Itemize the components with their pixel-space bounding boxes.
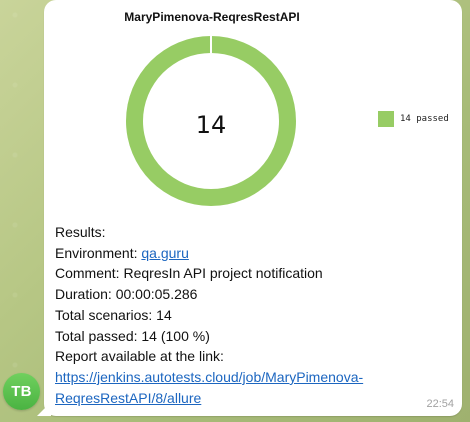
environment-line: Environment: qa.guru	[55, 243, 445, 264]
message-time: 22:54	[426, 398, 454, 410]
donut-center-label: 14	[196, 111, 227, 139]
comment-value: ReqresIn API project notification	[123, 265, 323, 282]
results-heading: Results:	[55, 224, 106, 240]
total-scenarios-line: Total scenarios: 14	[55, 305, 445, 326]
duration-line: Duration: 00:00:05.286	[55, 284, 445, 305]
comment-label: Comment:	[55, 265, 120, 282]
total-scenarios-label: Total scenarios:	[55, 306, 153, 323]
avatar[interactable]: TB	[3, 373, 40, 410]
legend-swatch-passed	[378, 111, 394, 127]
chart-title: MaryPimenova-ReqresRestAPI	[124, 10, 300, 24]
environment-link[interactable]: qa.guru	[141, 245, 188, 261]
message-text: Results: Environment: qa.guru Comment: R…	[55, 222, 445, 408]
total-passed-value: 14 (100 %)	[141, 327, 210, 344]
message-bubble: MaryPimenova-ReqresRestAPI 14 14 passed …	[44, 0, 462, 416]
duration-value: 00:00:05.286	[115, 286, 198, 303]
duration-label: Duration:	[55, 286, 112, 303]
total-passed-line: Total passed: 14 (100 %)	[55, 326, 445, 347]
report-label: Report available at the link:	[55, 348, 224, 365]
environment-label: Environment:	[55, 244, 138, 261]
total-scenarios-value: 14	[156, 306, 172, 323]
total-passed-label: Total passed:	[55, 327, 138, 344]
legend-label-passed: 14 passed	[400, 114, 449, 124]
report-link[interactable]: https://jenkins.autotests.cloud/job/Mary…	[55, 367, 435, 408]
allure-chart: MaryPimenova-ReqresRestAPI 14 14 passed	[44, 0, 462, 218]
comment-line: Comment: ReqresIn API project notificati…	[55, 263, 445, 284]
chart-legend: 14 passed	[378, 111, 449, 127]
report-link-line-2: ReqresRestAPI/8/allure	[55, 389, 202, 406]
avatar-initials: TB	[11, 383, 32, 400]
donut-chart: 14	[126, 36, 296, 206]
report-link-line-1: https://jenkins.autotests.cloud/job/Mary…	[55, 368, 364, 385]
